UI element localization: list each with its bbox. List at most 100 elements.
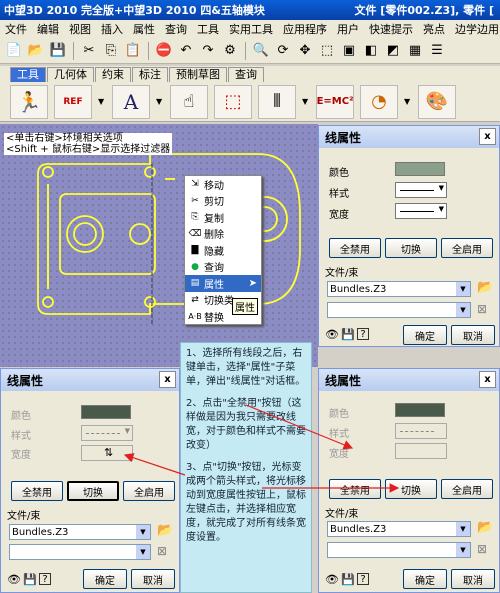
- cancel-button[interactable]: 取消: [451, 569, 495, 589]
- tab-dimensions[interactable]: 标注: [132, 67, 168, 82]
- disable-all-button[interactable]: 全禁用: [11, 481, 63, 501]
- reference-icon[interactable]: REF: [54, 84, 92, 119]
- toggle-button[interactable]: 切换: [67, 481, 119, 501]
- bundle-file-select[interactable]: Bundles.Z3 ▼: [9, 524, 151, 540]
- save-icon[interactable]: 💾: [341, 328, 355, 341]
- menu-item-move[interactable]: ⇲ 移动: [185, 176, 261, 193]
- eye-icon[interactable]: 👁: [325, 573, 339, 586]
- eye-icon[interactable]: 👁: [7, 573, 21, 586]
- menu-file[interactable]: 文件: [0, 21, 32, 37]
- bundle-select[interactable]: ▼: [327, 542, 471, 558]
- menu-item-hide[interactable]: ▇ 隐藏: [185, 242, 261, 259]
- color-swatch[interactable]: [395, 403, 445, 417]
- pick-filter-icon[interactable]: ⚙: [220, 41, 240, 61]
- bundle-select[interactable]: ▼: [9, 544, 151, 560]
- shade-icon[interactable]: ◧: [361, 41, 381, 61]
- cut-icon[interactable]: ✂: [79, 41, 99, 61]
- disable-all-button[interactable]: 全禁用: [329, 479, 381, 499]
- save-icon[interactable]: 💾: [23, 573, 37, 586]
- enable-all-button[interactable]: 全启用: [123, 481, 175, 501]
- cancel-button[interactable]: 取消: [131, 569, 175, 589]
- menu-item-attributes[interactable]: ▤ 属性 ➤: [185, 275, 261, 292]
- menu-view[interactable]: 视图: [64, 21, 96, 37]
- fit-icon[interactable]: ⬚: [317, 41, 337, 61]
- menu-attributes[interactable]: 属性: [128, 21, 160, 37]
- close-icon[interactable]: x: [479, 371, 496, 388]
- pan-icon[interactable]: ✥: [295, 41, 315, 61]
- menu-highlights[interactable]: 亮点: [418, 21, 450, 37]
- text-icon[interactable]: A: [112, 84, 150, 119]
- help-icon[interactable]: ?: [357, 573, 369, 585]
- bundle-file-select[interactable]: Bundles.Z3 ▼: [327, 521, 471, 537]
- paste-icon[interactable]: 📋: [123, 41, 143, 61]
- cancel-button[interactable]: 取消: [451, 325, 495, 345]
- folder-icon[interactable]: 📂: [157, 523, 173, 538]
- chevron-down-icon[interactable]: ▼: [404, 97, 412, 106]
- help-icon[interactable]: ?: [357, 328, 369, 340]
- folder-icon[interactable]: 📂: [477, 280, 493, 295]
- disable-all-button[interactable]: 全禁用: [329, 238, 381, 258]
- width-selector[interactable]: ▼: [395, 203, 447, 219]
- tab-query[interactable]: 查询: [228, 67, 264, 82]
- copy-icon[interactable]: ⎘: [101, 41, 121, 61]
- ok-button[interactable]: 确定: [403, 569, 447, 589]
- menu-quick-tips[interactable]: 快速提示: [364, 21, 418, 37]
- menu-item-cut[interactable]: ✂ 剪切: [185, 193, 261, 210]
- delete-icon[interactable]: ⊠: [157, 544, 167, 558]
- ok-button[interactable]: 确定: [83, 569, 127, 589]
- menu-query[interactable]: 查询: [160, 21, 192, 37]
- rotate-icon[interactable]: ⟳: [273, 41, 293, 61]
- enable-all-button[interactable]: 全启用: [441, 238, 493, 258]
- help-icon[interactable]: ?: [39, 573, 51, 585]
- new-file-icon[interactable]: 📄: [4, 41, 24, 61]
- menu-learn[interactable]: 边学边用: [450, 21, 500, 37]
- menu-item-copy[interactable]: ⎘ 复制: [185, 209, 261, 226]
- toggle-button[interactable]: 切换: [385, 479, 437, 499]
- ok-button[interactable]: 确定: [403, 325, 447, 345]
- tab-presketch[interactable]: 预制草图: [169, 67, 227, 82]
- eye-icon[interactable]: 👁: [325, 328, 339, 341]
- layer-icon[interactable]: ☰: [427, 41, 447, 61]
- save-icon[interactable]: 💾: [341, 573, 355, 586]
- color-swatch[interactable]: [81, 405, 131, 419]
- menu-item-query[interactable]: ● 查询: [185, 259, 261, 276]
- close-icon[interactable]: x: [479, 128, 496, 145]
- stop-icon[interactable]: ⛔: [154, 41, 174, 61]
- menu-item-delete[interactable]: ⌫ 删除: [185, 226, 261, 243]
- width-selector[interactable]: ⇅: [81, 445, 133, 461]
- menu-user[interactable]: 用户: [332, 21, 364, 37]
- color-palette-icon[interactable]: 🎨: [418, 84, 456, 119]
- chevron-down-icon[interactable]: ▼: [302, 97, 310, 106]
- style-selector[interactable]: ▼: [81, 425, 133, 441]
- open-file-icon[interactable]: 📂: [26, 41, 46, 61]
- style-selector[interactable]: ▼: [395, 182, 447, 198]
- enable-all-button[interactable]: 全启用: [441, 479, 493, 499]
- redo-icon[interactable]: ↷: [198, 41, 218, 61]
- mirror-icon[interactable]: ⫴: [258, 84, 296, 119]
- color-swatch[interactable]: [395, 162, 445, 176]
- zoom-icon[interactable]: 🔍: [251, 41, 271, 61]
- chevron-down-icon[interactable]: ▼: [156, 97, 164, 106]
- render-icon[interactable]: ◩: [383, 41, 403, 61]
- drawing-canvas[interactable]: [0, 124, 318, 367]
- width-selector[interactable]: [395, 443, 447, 459]
- menu-utilities[interactable]: 实用工具: [224, 21, 278, 37]
- tab-tools[interactable]: 工具: [10, 67, 46, 82]
- select-touch-icon[interactable]: ☝: [170, 84, 208, 119]
- tab-constraints[interactable]: 约束: [95, 67, 131, 82]
- tab-geometry[interactable]: 几何体: [47, 67, 94, 82]
- view-cube-icon[interactable]: ▣: [339, 41, 359, 61]
- menu-tools[interactable]: 工具: [192, 21, 224, 37]
- folder-icon[interactable]: 📂: [477, 520, 493, 535]
- undo-icon[interactable]: ↶: [176, 41, 196, 61]
- exit-sketch-icon[interactable]: 🏃: [10, 84, 48, 119]
- box-select-icon[interactable]: ⬚: [214, 84, 252, 119]
- style-selector[interactable]: [395, 423, 447, 439]
- chevron-down-icon[interactable]: ▼: [98, 97, 106, 106]
- grid-icon[interactable]: ▦: [405, 41, 425, 61]
- save-icon[interactable]: 💾: [48, 41, 68, 61]
- bundle-file-select[interactable]: Bundles.Z3 ▼: [327, 281, 471, 297]
- equation-icon[interactable]: E=MC²: [316, 84, 354, 119]
- delete-icon[interactable]: ⊠: [477, 542, 487, 556]
- delete-icon[interactable]: ⊠: [477, 302, 487, 316]
